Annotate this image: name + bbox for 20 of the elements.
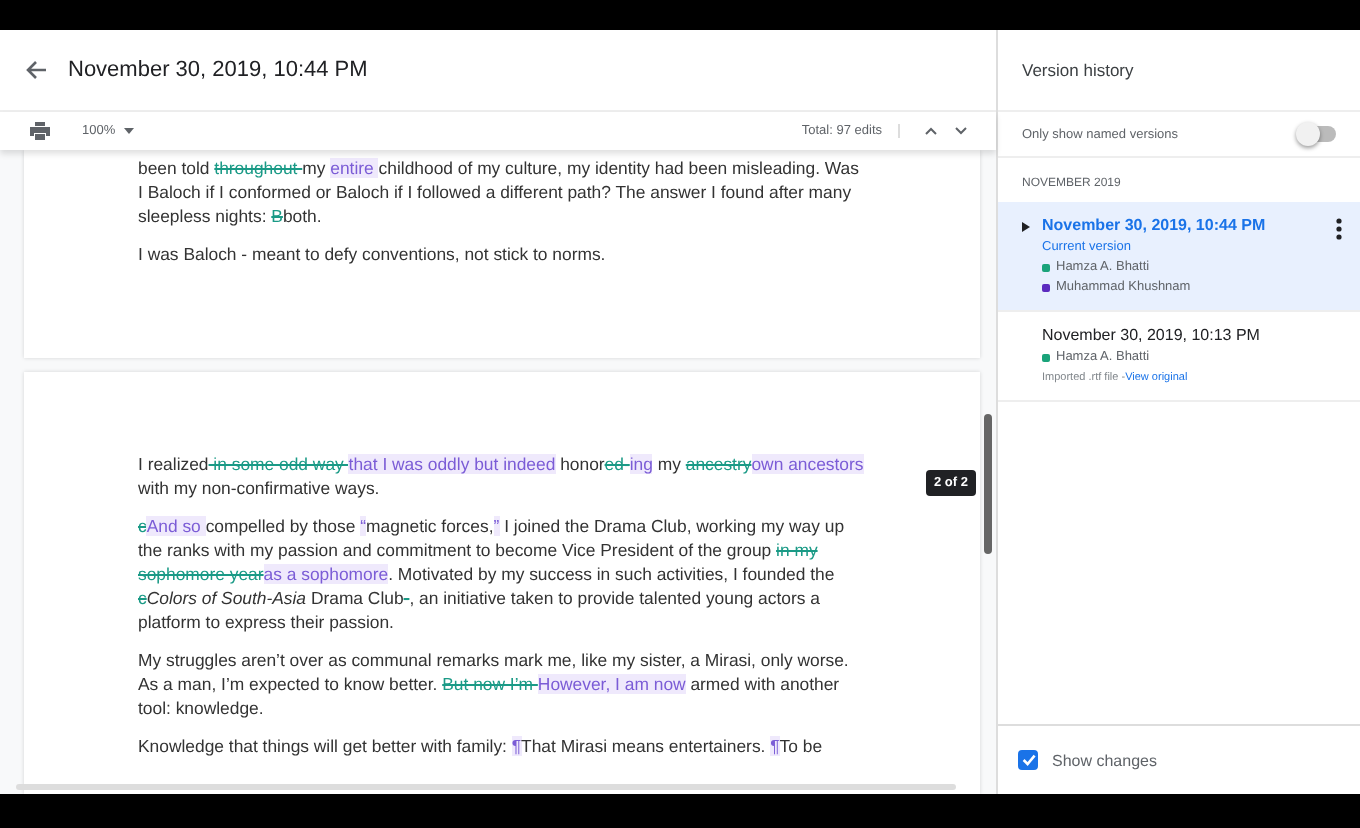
caret-icon[interactable]	[123, 128, 134, 134]
back-arrow-icon[interactable]	[24, 58, 48, 82]
paragraph: I realized in some odd way that I was oddly but indeed honored-ing my ancestryown ancestors with my non-confirmative ways.	[138, 452, 866, 500]
paragraph: Knowledge that things will get better with family: ¶That Mirasi means entertainers. ¶To be	[138, 734, 825, 758]
paragraph: been told throughout my entire childhood of my culture, my identity had been misleading. Was I Baloch if I conformed or Baloch if I followed a different path? The answer I found after many sleepless nights: Bboth.	[138, 156, 861, 228]
scrollbar-thumb[interactable]	[984, 414, 992, 554]
version-title: November 30, 2019, 10:44 PM	[68, 58, 368, 82]
panel-title: Version history	[998, 30, 1360, 112]
paragraph: cAnd so compelled by those “magnetic forces,” I joined the Drama Club, working my way up the ranks with my passion and commitment to become Vice President of the group in my sophomore yearas a sophomore. Motivated by my success in such activities, I founded the cColors of South-Asia Drama Club-, an initiative taken to provide talented young actors a platform to express their passion.	[138, 514, 847, 634]
named-versions-toggle[interactable]	[1300, 126, 1336, 142]
paragraph: My struggles aren’t over as communal remarks mark me, like my sister, a Mirasi, only worse. As a man, I’m expected to know better. But now I’m However, I am now armed with another tool: knowledge.	[138, 648, 851, 720]
version-date: November 30, 2019, 10:13 PM	[1042, 326, 1262, 344]
print-icon[interactable]	[30, 122, 50, 140]
more-options-icon[interactable]	[1336, 218, 1342, 240]
version-date: November 30, 2019, 10:44 PM	[1042, 216, 1268, 234]
horizontal-scrollbar[interactable]	[16, 784, 956, 790]
show-changes-checkbox[interactable]	[1018, 750, 1038, 770]
show-changes-label: Show changes	[1052, 751, 1157, 769]
caret-icon[interactable]	[1022, 222, 1030, 232]
paragraph: I was Baloch - meant to defy conventions, not stick to norms.	[138, 242, 608, 266]
